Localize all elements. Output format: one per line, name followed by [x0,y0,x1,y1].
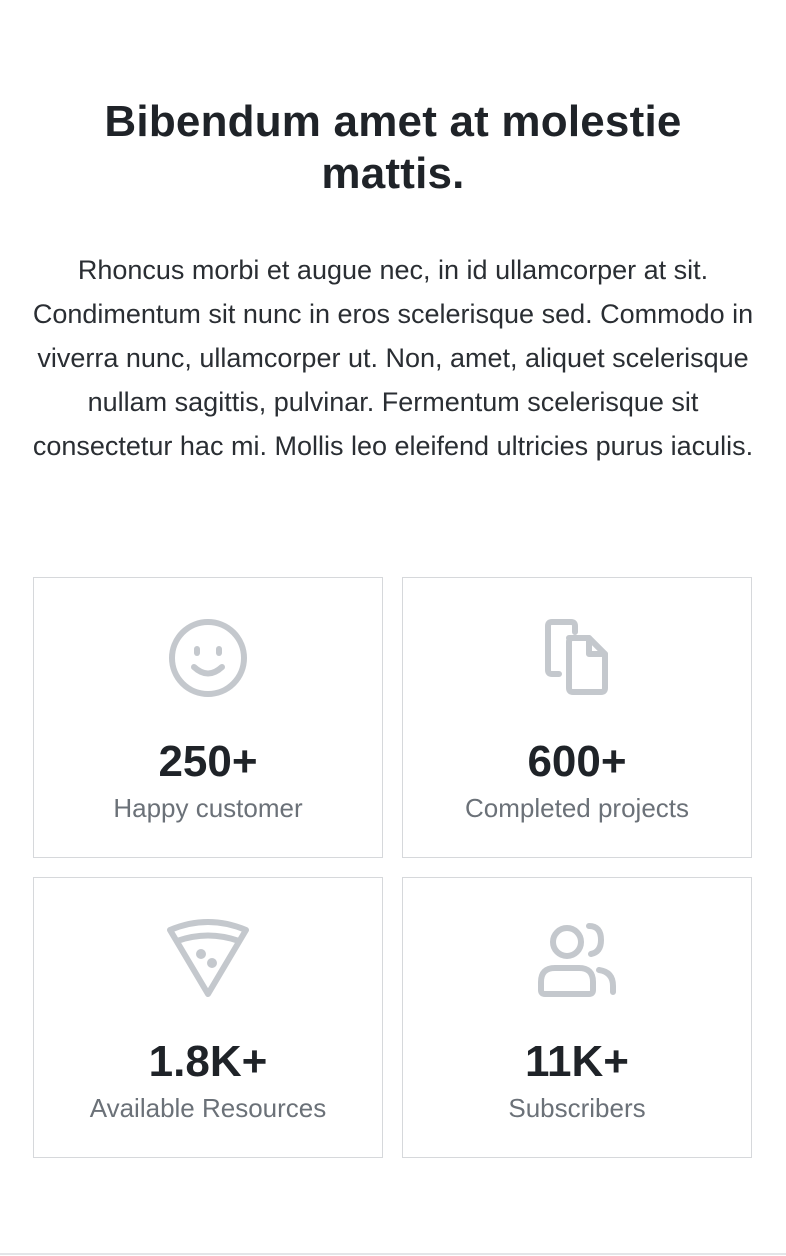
stats-section: Bibendum amet at molestie mattis. Rhoncu… [0,0,786,1256]
stat-value: 1.8K+ [148,1037,268,1086]
bottom-divider [0,1253,786,1255]
stat-card-completed-projects: 600+ Completed projects [402,577,752,858]
stat-label: Subscribers [508,1093,646,1123]
stat-card-subscribers: 11K+ Subscribers [402,877,752,1158]
section-heading: Bibendum amet at molestie mattis. [104,97,682,198]
stat-card-happy-customer: 250+ Happy customer [33,577,383,858]
users-group-icon [535,916,619,1000]
section-description: Rhoncus morbi et augue nec, in id ullamc… [32,255,754,461]
stat-value: 11K+ [525,1037,629,1086]
stat-value: 250+ [158,737,258,786]
copy-documents-icon [535,616,619,700]
pizza-slice-icon [166,916,250,1000]
stat-label: Completed projects [465,793,689,823]
stat-label: Happy customer [113,793,303,823]
smiley-face-icon [166,616,250,700]
stat-card-available-resources: 1.8K+ Available Resources [33,877,383,1158]
stat-value: 600+ [527,737,627,786]
stat-label: Available Resources [89,1093,327,1123]
